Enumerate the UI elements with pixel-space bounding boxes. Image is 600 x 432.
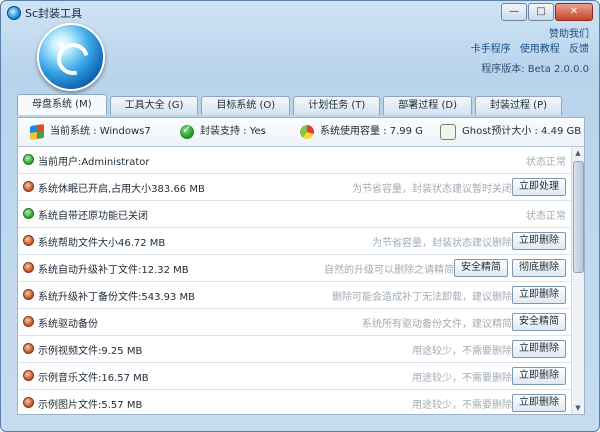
safe-trim-button[interactable]: 安全精简 — [454, 259, 508, 277]
delete-now-button[interactable]: 立即删除 — [512, 394, 566, 412]
stuck-program-link[interactable]: 卡手程序 — [471, 44, 511, 55]
item-label: 系统自动升级补丁文件:12.32 MB — [38, 265, 189, 276]
item-description: 删除可能会造成补丁无法卸载，建议删除 — [332, 292, 512, 303]
item-description: 用途较少，不需要删除 — [412, 400, 512, 411]
item-description: 为节省容量，封装状态建议删除 — [372, 238, 512, 249]
list-item: 系统驱动备份 系统所有驱动备份文件，建议精简 安全精简 — [18, 309, 584, 336]
package-support-text: 封装支持 : Yes — [200, 126, 266, 137]
status-warning-icon — [23, 289, 34, 300]
tab-tools[interactable]: 工具大全 (G) — [109, 96, 199, 115]
list-item: 系统自带还原功能已关闭 状态正常 — [18, 201, 584, 228]
full-delete-button[interactable]: 彻底删除 — [512, 259, 566, 277]
item-label: 示例图片文件:5.57 MB — [38, 400, 143, 411]
main-panel: 当前系统 : Windows7 封装支持 : Yes 系统使用容量 : 7.99… — [17, 117, 585, 415]
item-description: 自然的升级可以删除之请精简 — [324, 265, 454, 276]
ghost-size-text: Ghost预计大小 : 4.49 GB — [462, 126, 582, 137]
list-item: 示例图片文件:5.57 MB 用途较少，不需要删除 立即删除 — [18, 390, 584, 414]
status-warning-icon — [23, 235, 34, 246]
item-label: 当前用户:Administrator — [38, 157, 150, 168]
disk-usage-text: 系统使用容量 : 7.99 G — [320, 126, 423, 137]
current-os-text: 当前系统 : Windows7 — [50, 126, 151, 137]
status-warning-icon — [23, 397, 34, 408]
item-description: 状态正常 — [526, 211, 566, 222]
title-bar[interactable]: Sc封装工具 — □ ✕ — [1, 1, 599, 25]
item-label: 系统休眠已开启,占用大小383.66 MB — [38, 184, 205, 195]
safe-trim-button[interactable]: 安全精简 — [512, 313, 566, 331]
list-item: 示例音乐文件:16.57 MB 用途较少，不需要删除 立即删除 — [18, 363, 584, 390]
version-text: 程序版本: Beta 2.0.0.0 — [481, 64, 589, 75]
scroll-down-icon[interactable]: ▼ — [572, 402, 584, 414]
check-list: 当前用户:Administrator 状态正常 系统休眠已开启,占用大小383.… — [18, 147, 584, 414]
item-description: 用途较少，不需要删除 — [412, 373, 512, 384]
status-warning-icon — [23, 343, 34, 354]
tutorial-link[interactable]: 使用教程 — [520, 44, 560, 55]
disk-usage-info: 系统使用容量 : 7.99 G — [300, 125, 423, 139]
tab-master-system[interactable]: 母盘系统 (M) — [17, 94, 107, 115]
status-ok-icon — [23, 154, 34, 165]
sponsor-link[interactable]: 赞助我们 — [549, 29, 589, 40]
system-info-bar: 当前系统 : Windows7 封装支持 : Yes 系统使用容量 : 7.99… — [18, 118, 584, 147]
process-now-button[interactable]: 立即处理 — [512, 178, 566, 196]
list-item: 系统帮助文件大小46.72 MB 为节省容量，封装状态建议删除 立即删除 — [18, 228, 584, 255]
item-label: 系统自带还原功能已关闭 — [38, 211, 148, 222]
window-title: Sc封装工具 — [25, 7, 83, 20]
list-item: 系统休眠已开启,占用大小383.66 MB 为节省容量，封装状态建议暂时关闭 立… — [18, 174, 584, 201]
list-item: 当前用户:Administrator 状态正常 — [18, 147, 584, 174]
scroll-up-icon[interactable]: ▲ — [572, 147, 584, 159]
item-label: 系统升级补丁备份文件:543.93 MB — [38, 292, 196, 303]
close-button[interactable]: ✕ — [555, 3, 593, 21]
tab-scheduled-tasks[interactable]: 计划任务 (T) — [293, 96, 381, 115]
item-description: 用途较少，不需要删除 — [412, 346, 512, 357]
ghost-icon — [440, 124, 456, 140]
check-icon — [180, 123, 194, 139]
status-warning-icon — [23, 370, 34, 381]
vertical-scrollbar[interactable]: ▲ ▼ — [571, 147, 584, 414]
list-item: 系统升级补丁备份文件:543.93 MB 删除可能会造成补丁无法卸载，建议删除 … — [18, 282, 584, 309]
status-warning-icon — [23, 316, 34, 327]
item-label: 示例视频文件:9.25 MB — [38, 346, 143, 357]
scroll-thumb[interactable] — [573, 161, 584, 273]
list-item: 示例视频文件:9.25 MB 用途较少，不需要删除 立即删除 — [18, 336, 584, 363]
item-label: 系统帮助文件大小46.72 MB — [38, 238, 166, 249]
delete-now-button[interactable]: 立即删除 — [512, 367, 566, 385]
maximize-button[interactable]: □ — [528, 3, 554, 21]
tab-deploy-process[interactable]: 部署过程 (D) — [383, 96, 472, 115]
ghost-size-info: Ghost预计大小 : 4.49 GB — [440, 124, 582, 140]
status-ok-icon — [23, 208, 34, 219]
delete-now-button[interactable]: 立即删除 — [512, 232, 566, 250]
window-controls: — □ ✕ — [500, 3, 593, 21]
tab-bar: 母盘系统 (M) 工具大全 (G) 目标系统 (O) 计划任务 (T) 部署过程… — [17, 94, 565, 117]
app-window: Sc封装工具 — □ ✕ 赞助我们 卡手程序 使用教程 反馈 程序版本: Bet… — [0, 0, 600, 432]
feedback-link[interactable]: 反馈 — [569, 44, 589, 55]
status-warning-icon — [23, 262, 34, 273]
current-os-info: 当前系统 : Windows7 — [30, 124, 151, 140]
tab-package-process[interactable]: 封装过程 (P) — [474, 96, 562, 115]
delete-now-button[interactable]: 立即删除 — [512, 286, 566, 304]
windows-logo-icon — [30, 124, 44, 140]
list-item: 系统自动升级补丁文件:12.32 MB 自然的升级可以删除之请精简 安全精简 彻… — [18, 255, 584, 282]
app-icon — [7, 6, 21, 20]
delete-now-button[interactable]: 立即删除 — [512, 340, 566, 358]
item-label: 系统驱动备份 — [38, 319, 98, 330]
header-links: 赞助我们 卡手程序 使用教程 反馈 — [465, 27, 589, 57]
item-description: 为节省容量，封装状态建议暂时关闭 — [352, 184, 512, 195]
item-description: 状态正常 — [526, 157, 566, 168]
app-logo-icon — [37, 23, 105, 91]
disk-pie-icon — [300, 125, 314, 139]
item-description: 系统所有驱动备份文件，建议精简 — [362, 319, 512, 330]
package-support-info: 封装支持 : Yes — [180, 123, 266, 139]
minimize-button[interactable]: — — [501, 3, 527, 21]
swirl-icon — [51, 37, 95, 81]
status-warning-icon — [23, 181, 34, 192]
tab-target-system[interactable]: 目标系统 (O) — [201, 96, 291, 115]
item-label: 示例音乐文件:16.57 MB — [38, 373, 149, 384]
